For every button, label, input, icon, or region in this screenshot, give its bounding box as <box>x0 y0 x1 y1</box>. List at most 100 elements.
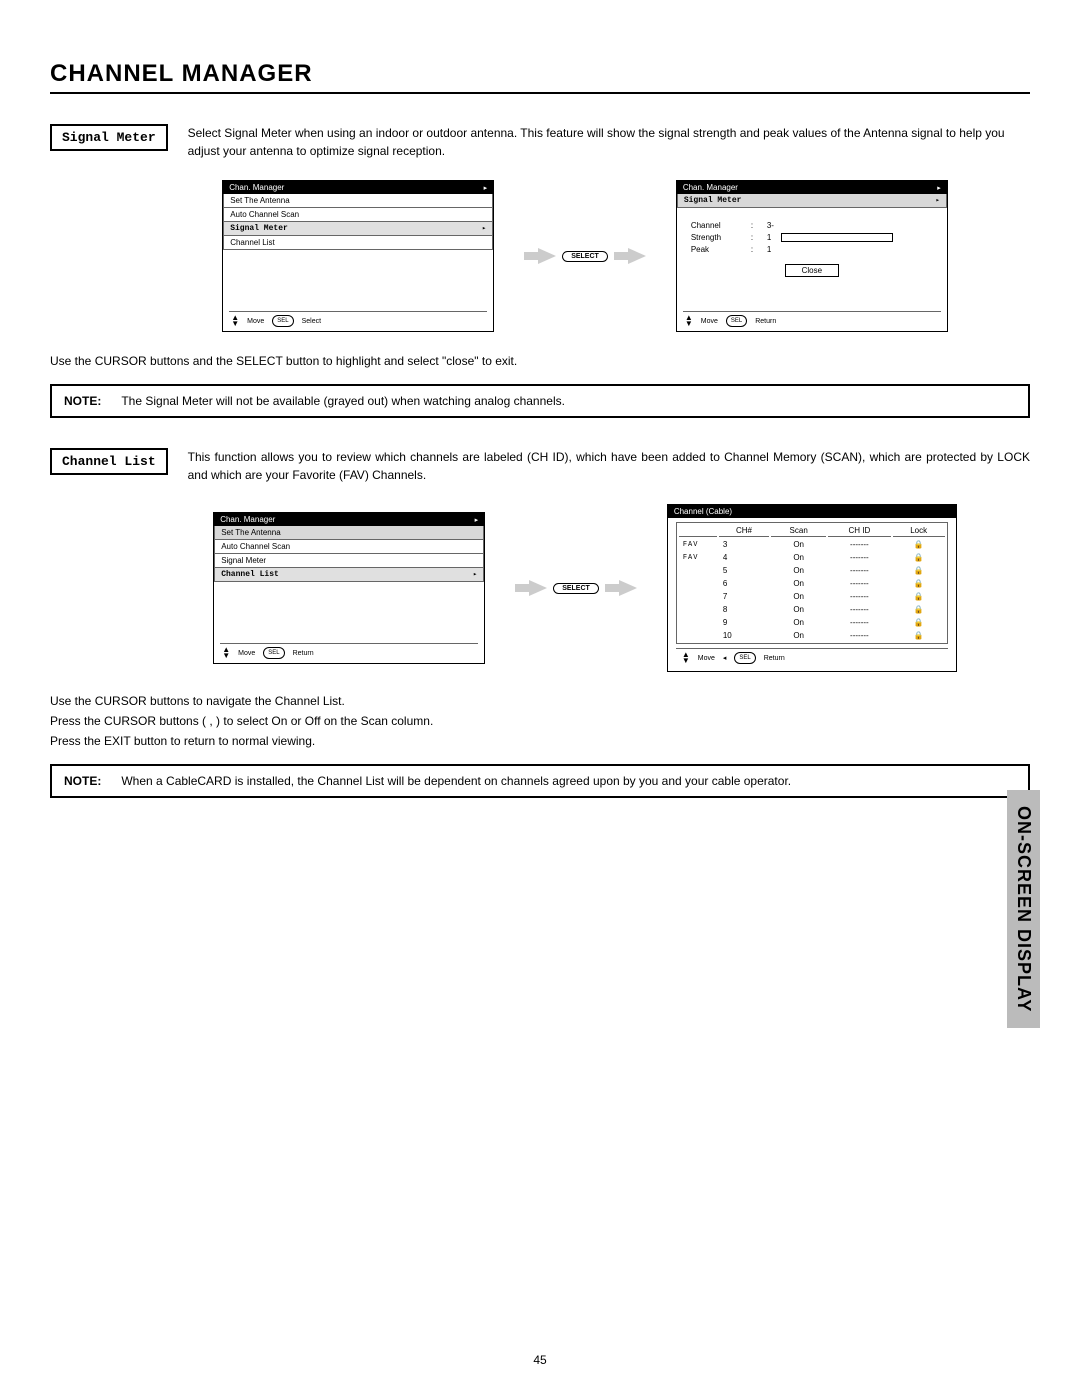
scan-cell: On <box>771 578 826 589</box>
transition-arrows: SELECT <box>515 580 637 596</box>
lock-icon: 🔒 <box>914 540 924 549</box>
menu-item-label: Channel List <box>221 570 279 579</box>
lock-icon: 🔒 <box>914 592 924 601</box>
left-icon: ◂ <box>723 654 727 662</box>
osd-subtitle: Signal Meter ▸ <box>677 194 947 208</box>
chid-cell: ------- <box>828 578 890 589</box>
menu-item[interactable]: Signal Meter <box>214 554 484 568</box>
page-number: 45 <box>0 1353 1080 1367</box>
osd-title: Chan. Manager <box>683 183 738 192</box>
ch-cell: 8 <box>719 604 769 615</box>
menu-item[interactable]: Set The Antenna <box>214 526 484 540</box>
table-row[interactable]: 7On-------🔒 <box>679 591 945 602</box>
channel-value: 3- <box>767 221 774 230</box>
signal-meter-right-osd: Chan. Manager ▸ Signal Meter ▸ Channel :… <box>676 180 948 332</box>
ch-cell: 5 <box>719 565 769 576</box>
hint-move: Move <box>698 655 715 662</box>
lock-icon: 🔒 <box>914 618 924 627</box>
lock-cell: 🔒 <box>893 591 945 602</box>
channel-list-table-osd: Channel (Cable) CH# Scan CH ID Lock FAV3… <box>667 504 957 672</box>
note-text: When a CableCARD is installed, the Chann… <box>121 774 1016 788</box>
lock-icon: 🔒 <box>914 605 924 614</box>
menu-item[interactable]: Auto Channel Scan <box>214 540 484 554</box>
lock-icon: 🔒 <box>914 579 924 588</box>
strength-label: Strength <box>691 233 741 242</box>
ch-cell: 3 <box>719 539 769 550</box>
scan-cell: On <box>771 604 826 615</box>
col-chid: CH ID <box>828 525 890 537</box>
table-title: Channel (Cable) <box>668 505 956 518</box>
note-box: NOTE: When a CableCARD is installed, the… <box>50 764 1030 798</box>
chevron-right-icon: ▸ <box>936 196 940 205</box>
menu-item[interactable]: Auto Channel Scan <box>223 208 493 222</box>
chid-cell: ------- <box>828 630 890 641</box>
chid-cell: ------- <box>828 552 890 563</box>
chevron-right-icon: ▸ <box>482 224 486 233</box>
hint-bar: ▲▼ Move SEL Select <box>229 311 487 329</box>
fav-cell <box>679 630 717 641</box>
sel-pill: SEL <box>272 315 293 327</box>
chevron-right-icon: ▸ <box>484 184 488 192</box>
col-lock: Lock <box>893 525 945 537</box>
table-row[interactable]: 6On------- 🔒 <box>679 578 945 589</box>
lock-cell: 🔒 <box>893 565 945 576</box>
fav-cell <box>679 591 717 602</box>
signal-meter-left-osd: Chan. Manager ▸ Set The Antenna Auto Cha… <box>222 180 494 332</box>
side-tab: ON-SCREEN DISPLAY <box>1007 790 1040 1028</box>
sel-pill: SEL <box>726 315 747 327</box>
table-row[interactable]: 8On------- 🔒 <box>679 604 945 615</box>
hint-bar: ▲▼ Move ◂ SEL Return <box>676 648 948 667</box>
osd-title: Chan. Manager <box>229 183 284 192</box>
close-button[interactable]: Close <box>785 264 839 277</box>
note-label: NOTE: <box>64 394 101 408</box>
signal-meter-desc: Select Signal Meter when using an indoor… <box>188 124 1030 160</box>
table-row[interactable]: 10On-------🔒 <box>679 630 945 641</box>
table-row[interactable]: FAV3On-------🔒 <box>679 539 945 550</box>
channel-list-post-2: Press the CURSOR buttons ( , ) to select… <box>50 712 1030 730</box>
ch-cell: 4 <box>719 552 769 563</box>
table-row[interactable]: FAV4On-------🔒 <box>679 552 945 563</box>
ch-cell: 6 <box>719 578 769 589</box>
peak-label: Peak <box>691 245 741 254</box>
ch-cell: 7 <box>719 591 769 602</box>
scan-cell: On <box>771 539 826 550</box>
hint-move: Move <box>238 650 255 657</box>
table-row[interactable]: 5On------- 🔒 <box>679 565 945 576</box>
hint-bar: ▲▼ Move SEL Return <box>220 643 478 661</box>
page-title: CHANNEL MANAGER <box>50 60 1030 88</box>
lock-cell: 🔒 <box>893 539 945 550</box>
ch-cell: 9 <box>719 617 769 628</box>
menu-item[interactable]: Set The Antenna <box>223 194 493 208</box>
signal-meter-post-text: Use the CURSOR buttons and the SELECT bu… <box>50 352 1030 370</box>
menu-item-selected[interactable]: Signal Meter ▸ <box>223 222 493 236</box>
channel-list-post-3: Press the EXIT button to return to norma… <box>50 732 1030 750</box>
fav-cell <box>679 565 717 576</box>
channel-list-left-osd: Chan. Manager ▸ Set The Antenna Auto Cha… <box>213 512 485 664</box>
menu-item[interactable]: Channel List <box>223 236 493 250</box>
menu-item-selected[interactable]: Channel List ▸ <box>214 568 484 582</box>
channel-list-post-1: Use the CURSOR buttons to navigate the C… <box>50 692 1030 710</box>
channel-list-desc: This function allows you to review which… <box>188 448 1030 484</box>
chevron-right-icon: ▸ <box>475 516 479 524</box>
ch-cell: 10 <box>719 630 769 641</box>
hint-move: Move <box>247 318 264 325</box>
updown-icon: ▲▼ <box>685 315 693 327</box>
osd-title: Chan. Manager <box>220 515 275 524</box>
lock-cell: 🔒 <box>893 552 945 563</box>
hint-return: Return <box>293 650 314 657</box>
fav-cell: FAV <box>679 552 717 563</box>
updown-icon: ▲▼ <box>222 647 230 659</box>
lock-cell: 🔒 <box>893 617 945 628</box>
chid-cell: ------- <box>828 604 890 615</box>
fav-cell <box>679 578 717 589</box>
chid-cell: ------- <box>828 617 890 628</box>
scan-cell: On <box>771 565 826 576</box>
scan-cell: On <box>771 552 826 563</box>
note-label: NOTE: <box>64 774 101 788</box>
table-row[interactable]: 9On-------🔒 <box>679 617 945 628</box>
fav-cell <box>679 604 717 615</box>
sel-pill: SEL <box>263 647 284 659</box>
menu-item-label: Signal Meter <box>230 224 288 233</box>
chid-cell: ------- <box>828 565 890 576</box>
lock-icon: 🔒 <box>914 566 924 575</box>
